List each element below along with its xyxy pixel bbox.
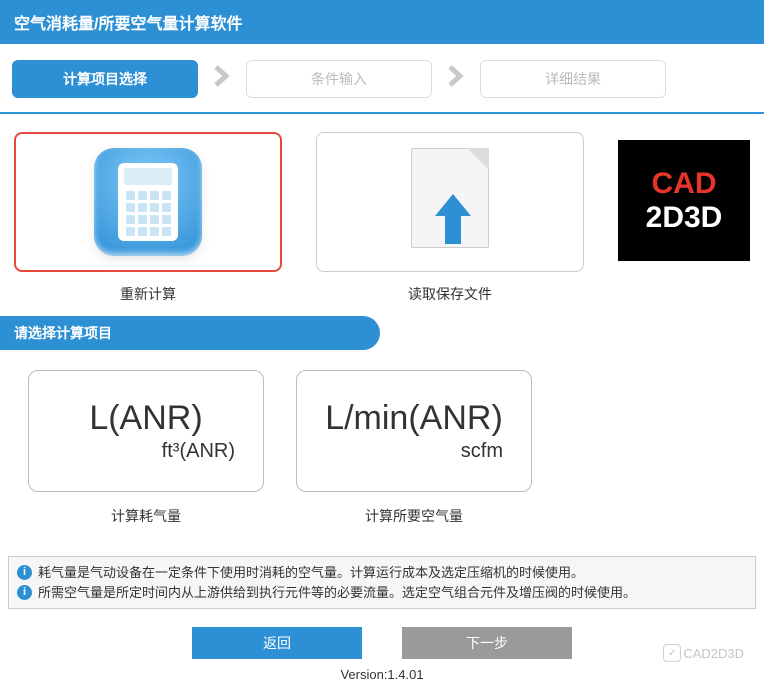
footer-buttons: 返回 下一步: [0, 619, 764, 663]
option1-label: 计算耗气量: [28, 506, 264, 526]
section-title: 请选择计算项目: [0, 316, 380, 350]
next-button[interactable]: 下一步: [402, 627, 572, 659]
recalculate-card[interactable]: [14, 132, 282, 272]
calc-options-row: L(ANR) ft³(ANR) 计算耗气量 L/min(ANR) scfm 计算…: [0, 350, 764, 536]
calculator-icon: [94, 148, 202, 256]
load-file-label: 读取保存文件: [316, 284, 584, 304]
version-label: Version:1.4.01: [0, 663, 764, 690]
watermark: ✓ CAD2D3D: [663, 644, 744, 662]
app-title: 空气消耗量/所要空气量计算软件: [14, 16, 242, 33]
info-icon: i: [17, 565, 32, 580]
step-result: 详细结果: [480, 60, 666, 98]
watermark-text: CAD2D3D: [683, 646, 744, 661]
info-box: i 耗气量是气动设备在一定条件下使用时消耗的空气量。计算运行成本及选定压缩机的时…: [8, 556, 756, 609]
option2-unit-big: L/min(ANR): [325, 399, 503, 438]
step-input: 条件输入: [246, 60, 432, 98]
option-air-consumption[interactable]: L(ANR) ft³(ANR): [28, 370, 264, 492]
top-card-row: 重新计算 读取保存文件 CAD 2D3D: [0, 114, 764, 308]
back-button[interactable]: 返回: [192, 627, 362, 659]
step-select[interactable]: 计算项目选择: [12, 60, 198, 98]
info-icon: i: [17, 585, 32, 600]
chevron-right-icon: [438, 63, 474, 95]
option2-unit-small: scfm: [461, 440, 531, 463]
option-required-air[interactable]: L/min(ANR) scfm: [296, 370, 532, 492]
logo-line2: 2D3D: [646, 201, 723, 235]
load-file-card[interactable]: [316, 132, 584, 272]
chevron-right-icon: [204, 63, 240, 95]
option2-label: 计算所要空气量: [296, 506, 532, 526]
recalculate-label: 重新计算: [14, 284, 282, 304]
option1-unit-small: ft³(ANR): [162, 440, 263, 463]
info-text-2: 所需空气量是所定时间内从上游供给到执行元件等的必要流量。选定空气组合元件及增压阀…: [38, 583, 636, 603]
wechat-icon: ✓: [663, 644, 681, 662]
cad-logo: CAD 2D3D: [618, 140, 750, 261]
file-upload-icon: [405, 148, 495, 256]
app-header: 空气消耗量/所要空气量计算软件: [0, 0, 764, 44]
logo-line1: CAD: [652, 167, 717, 201]
option1-unit-big: L(ANR): [89, 399, 202, 438]
breadcrumb: 计算项目选择 条件输入 详细结果: [0, 48, 764, 114]
info-text-1: 耗气量是气动设备在一定条件下使用时消耗的空气量。计算运行成本及选定压缩机的时候使…: [38, 563, 584, 583]
